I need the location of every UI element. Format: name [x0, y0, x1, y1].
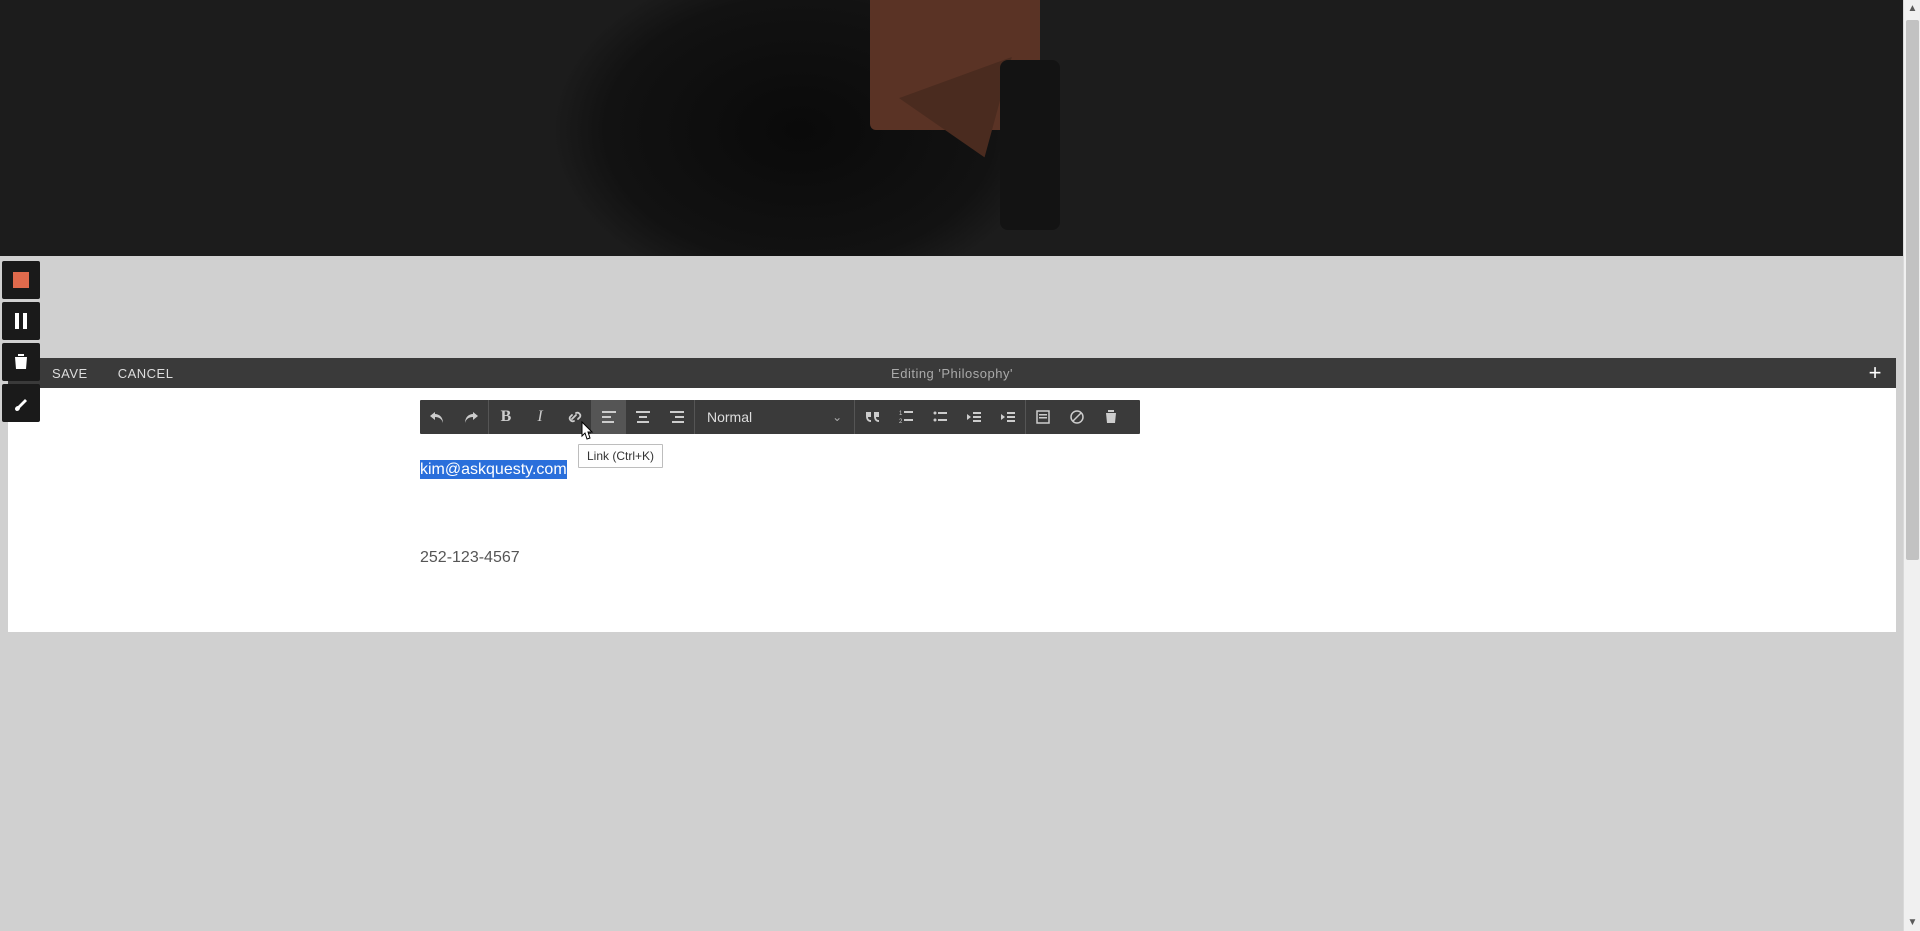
- align-center-icon: [636, 411, 650, 423]
- screen-recorder-controls: [2, 261, 40, 422]
- undo-button[interactable]: [420, 400, 454, 434]
- quote-icon: [865, 411, 879, 423]
- bold-icon: B: [501, 408, 512, 426]
- clear-icon: [1070, 410, 1084, 424]
- outdent-icon: [967, 411, 981, 423]
- pause-icon: [14, 313, 28, 329]
- selected-email-text[interactable]: kim@askquesty.com: [420, 460, 567, 479]
- format-dropdown[interactable]: Normal ⌄: [695, 400, 854, 434]
- scrollbar-thumb[interactable]: [1906, 20, 1919, 560]
- indent-icon: [1001, 411, 1015, 423]
- outdent-button[interactable]: [957, 400, 991, 434]
- chevron-down-icon: ⌄: [832, 410, 842, 424]
- align-left-button[interactable]: [592, 400, 626, 434]
- rich-text-toolbar: B I Normal ⌄ 12: [420, 400, 1140, 434]
- editing-title: Editing 'Philosophy': [891, 366, 1013, 381]
- align-left-icon: [602, 411, 616, 423]
- cancel-button[interactable]: CANCEL: [118, 366, 174, 381]
- bold-button[interactable]: B: [489, 400, 523, 434]
- record-stop-icon: [13, 272, 29, 288]
- block-icon: [1036, 410, 1050, 424]
- align-right-icon: [670, 411, 684, 423]
- insert-block-button[interactable]: [1026, 400, 1060, 434]
- vertical-scrollbar[interactable]: ▲ ▼: [1903, 0, 1920, 931]
- pause-button[interactable]: [2, 302, 40, 340]
- add-block-button[interactable]: +: [1869, 360, 1882, 386]
- unordered-list-button[interactable]: [923, 400, 957, 434]
- delete-button[interactable]: [1094, 400, 1128, 434]
- ordered-list-button[interactable]: 12: [889, 400, 923, 434]
- undo-icon: [429, 410, 445, 424]
- hero-fabric-shape: [1000, 60, 1060, 230]
- trash-icon: [14, 354, 28, 370]
- trash-button[interactable]: [2, 343, 40, 381]
- scroll-up-arrow-icon[interactable]: ▲: [1904, 0, 1920, 17]
- link-icon: [566, 409, 582, 425]
- edit-header-bar: SAVE CANCEL Editing 'Philosophy' +: [8, 358, 1896, 388]
- hero-image: [0, 0, 1920, 256]
- italic-icon: I: [537, 408, 542, 426]
- align-right-button[interactable]: [660, 400, 694, 434]
- brush-icon: [13, 395, 29, 411]
- indent-button[interactable]: [991, 400, 1025, 434]
- link-button[interactable]: [557, 400, 591, 434]
- record-stop-button[interactable]: [2, 261, 40, 299]
- svg-text:2: 2: [899, 419, 903, 424]
- redo-button[interactable]: [454, 400, 488, 434]
- italic-button[interactable]: I: [523, 400, 557, 434]
- trash-icon: [1105, 410, 1117, 424]
- svg-text:1: 1: [899, 411, 903, 417]
- blockquote-button[interactable]: [855, 400, 889, 434]
- link-tooltip: Link (Ctrl+K): [578, 444, 663, 468]
- format-selected-label: Normal: [707, 409, 752, 425]
- save-button[interactable]: SAVE: [52, 366, 88, 381]
- phone-text[interactable]: 252-123-4567: [420, 549, 567, 567]
- unordered-list-icon: [933, 410, 947, 424]
- draw-button[interactable]: [2, 384, 40, 422]
- redo-icon: [463, 410, 479, 424]
- align-center-button[interactable]: [626, 400, 660, 434]
- scroll-down-arrow-icon[interactable]: ▼: [1904, 914, 1920, 931]
- ordered-list-icon: 12: [899, 410, 913, 424]
- editor-text-content[interactable]: kim@askquesty.com 252-123-4567: [420, 461, 567, 567]
- clear-format-button[interactable]: [1060, 400, 1094, 434]
